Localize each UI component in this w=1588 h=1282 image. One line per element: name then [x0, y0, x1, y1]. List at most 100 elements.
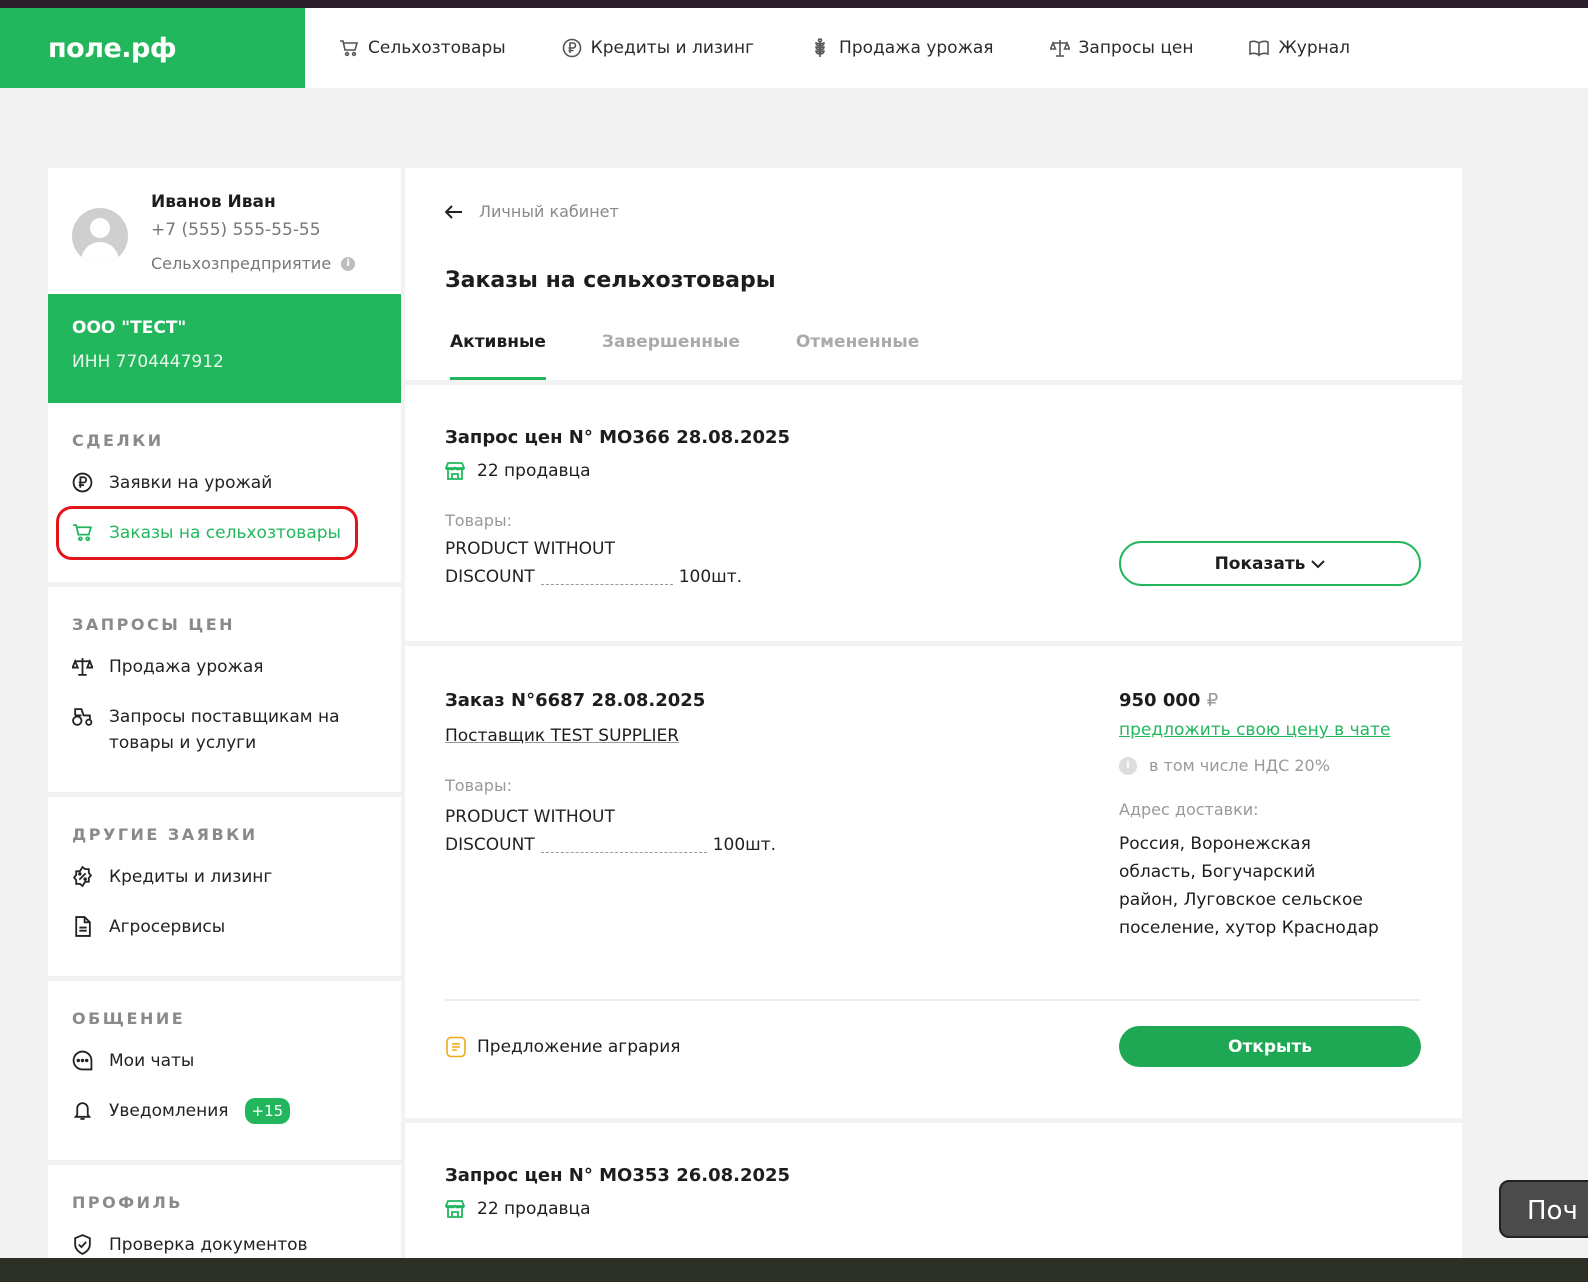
sidebar-item-label: Заявки на урожай: [109, 473, 273, 493]
open-button[interactable]: Открыть: [1119, 1026, 1421, 1067]
sidebar-item-label: Агросервисы: [109, 917, 226, 937]
order-card: Заказ N°6687 28.08.2025 Поставщик TEST S…: [405, 646, 1462, 1118]
arrow-left-icon: [445, 204, 462, 219]
section-title: ДРУГИЕ ЗАЯВКИ: [72, 825, 258, 844]
nav-label: Продажа урожая: [839, 38, 994, 58]
nav-item-journal[interactable]: Журнал: [1249, 38, 1350, 58]
order-title: Заказ N°6687 28.08.2025: [445, 690, 706, 711]
page-title: Заказы на сельхозтовары: [445, 268, 776, 293]
ruble-coin-icon: [72, 472, 93, 493]
sidebar-item-agro-orders[interactable]: Заказы на сельхозтовары: [56, 506, 377, 560]
tab-cancelled[interactable]: Отмененные: [796, 332, 919, 380]
list-document-icon: [446, 1036, 466, 1058]
sidebar-item-my-chats[interactable]: Мои чаты: [72, 1048, 377, 1074]
wheat-icon: [815, 38, 825, 57]
document-icon: [75, 916, 91, 937]
info-icon[interactable]: i: [341, 256, 356, 271]
tractor-icon: [72, 708, 93, 726]
order-card: Запрос цен N° МО353 26.08.2025 22 продав…: [405, 1123, 1462, 1263]
quantity: 100шт.: [678, 567, 743, 587]
sellers-count: 22 продавца: [445, 461, 591, 481]
sidebar-item-agroservices[interactable]: Агросервисы: [72, 914, 377, 940]
company-name: ООО "ТЕСТ": [72, 318, 187, 338]
sidebar-item-credits[interactable]: Кредиты и лизинг: [72, 864, 377, 890]
scales-icon: [72, 658, 93, 676]
product-line: PRODUCT WITHOUT DISCOUNT 100шт.: [445, 539, 743, 587]
chevron-down-icon: [1311, 559, 1326, 568]
divider: [445, 999, 1421, 1001]
sidebar-item-label: Уведомления: [109, 1101, 229, 1121]
sidebar-section-deals: СДЕЛКИ Заявки на урожай Заказы на сельхо…: [48, 403, 401, 582]
order-title: Запрос цен N° МО353 26.08.2025: [445, 1165, 791, 1186]
company-card[interactable]: ООО "ТЕСТ" ИНН 7704447912: [48, 294, 401, 403]
nav-label: Кредиты и лизинг: [590, 38, 755, 58]
bell-icon: [73, 1102, 92, 1120]
breadcrumb: Личный кабинет: [479, 202, 619, 221]
site-header: поле.рф Сельхозтовары Кредиты и лизинг П…: [0, 8, 1588, 88]
sellers-count: 22 продавца: [445, 1199, 591, 1219]
address-label: Адрес доставки:: [1119, 800, 1259, 819]
tab-active[interactable]: Активные: [450, 332, 546, 380]
nav-label: Журнал: [1278, 38, 1351, 58]
order-price: 950 000 ₽: [1119, 690, 1219, 711]
profile-name: Иванов Иван: [151, 192, 276, 212]
info-icon[interactable]: i: [1119, 756, 1137, 775]
currency-symbol: ₽: [1206, 690, 1219, 711]
order-card: Запрос цен N° МО366 28.08.2025 22 продав…: [405, 385, 1462, 641]
support-chat-widget[interactable]: Поч: [1499, 1180, 1588, 1238]
nav-label: Запросы цен: [1078, 38, 1194, 58]
nav-label: Сельхозтовары: [368, 38, 506, 58]
sidebar-item-harvest-sale[interactable]: Продажа урожая: [72, 654, 377, 680]
section-title: ПРОФИЛЬ: [72, 1193, 183, 1212]
site-logo[interactable]: поле.рф: [0, 8, 305, 88]
order-tabs: Активные Завершенные Отмененные: [450, 332, 975, 380]
chat-bubble-icon: [72, 1050, 93, 1071]
goods-label: Товары:: [445, 776, 512, 795]
farmer-proposal: Предложение агрария: [445, 1036, 680, 1058]
top-dark-strip: [0, 0, 1588, 8]
delivery-address: Россия, Воронежская область, Богучарский…: [1119, 834, 1379, 938]
back-link[interactable]: Личный кабинет: [445, 202, 619, 221]
avatar: [72, 208, 128, 264]
cart-icon: [340, 40, 359, 57]
nav-item-agro-goods[interactable]: Сельхозтовары: [339, 38, 506, 58]
sidebar-item-label: Продажа урожая: [109, 657, 264, 677]
sidebar-item-harvest-applications[interactable]: Заявки на урожай: [72, 470, 377, 496]
vat-info: i в том числе НДС 20%: [1119, 756, 1330, 775]
supplier-link[interactable]: Поставщик TEST SUPPLIER: [445, 726, 679, 746]
section-title: СДЕЛКИ: [72, 431, 164, 450]
tab-completed[interactable]: Завершенные: [602, 332, 740, 380]
goods-label: Товары:: [445, 511, 512, 530]
nav-item-credits[interactable]: Кредиты и лизинг: [562, 38, 754, 58]
show-button[interactable]: Показать: [1119, 541, 1421, 586]
nav-item-harvest-sale[interactable]: Продажа урожая: [810, 38, 994, 58]
order-title: Запрос цен N° МО366 28.08.2025: [445, 427, 791, 448]
scales-icon: [1049, 40, 1070, 57]
sidebar-section-communication: ОБЩЕНИЕ Мои чаты Уведомления +15: [48, 981, 401, 1160]
section-title: ОБЩЕНИЕ: [72, 1009, 186, 1028]
sidebar-item-notifications[interactable]: Уведомления +15: [72, 1098, 377, 1124]
quantity: 100шт.: [712, 835, 777, 855]
sidebar-item-document-check[interactable]: Проверка документов: [72, 1232, 377, 1258]
sidebar: Иванов Иван +7 (555) 555-55-55 Сельхозпр…: [48, 168, 401, 1282]
store-icon: [445, 1200, 465, 1218]
profile-card[interactable]: Иванов Иван +7 (555) 555-55-55 Сельхозпр…: [48, 168, 401, 294]
profile-phone: +7 (555) 555-55-55: [151, 220, 321, 240]
ruble-coin-icon: [562, 38, 581, 58]
page-header-card: Личный кабинет Заказы на сельхозтовары А…: [405, 168, 1462, 380]
company-inn: ИНН 7704447912: [72, 352, 224, 372]
product-line: PRODUCT WITHOUT DISCOUNT 100шт.: [445, 807, 777, 855]
main-content: Личный кабинет Заказы на сельхозтовары А…: [405, 168, 1462, 1263]
bottom-strip: [0, 1258, 1588, 1282]
sidebar-item-label: Мои чаты: [109, 1051, 195, 1071]
profile-type: Сельхозпредприятие i: [151, 254, 356, 273]
shield-check-icon: [74, 1234, 91, 1255]
sidebar-section-other: ДРУГИЕ ЗАЯВКИ Кредиты и лизинг Агросерви…: [48, 797, 401, 976]
offer-price-link[interactable]: предложить свою цену в чате: [1119, 720, 1390, 740]
main-nav: Сельхозтовары Кредиты и лизинг Продажа у…: [339, 38, 1406, 58]
sidebar-section-price-requests: ЗАПРОСЫ ЦЕН Продажа урожая Запросы поста…: [48, 587, 401, 792]
book-icon: [1249, 40, 1270, 57]
nav-item-price-requests[interactable]: Запросы цен: [1049, 38, 1194, 58]
sidebar-item-supplier-requests[interactable]: Запросы поставщикам на товары и услуги: [72, 704, 377, 756]
section-title: ЗАПРОСЫ ЦЕН: [72, 615, 236, 634]
